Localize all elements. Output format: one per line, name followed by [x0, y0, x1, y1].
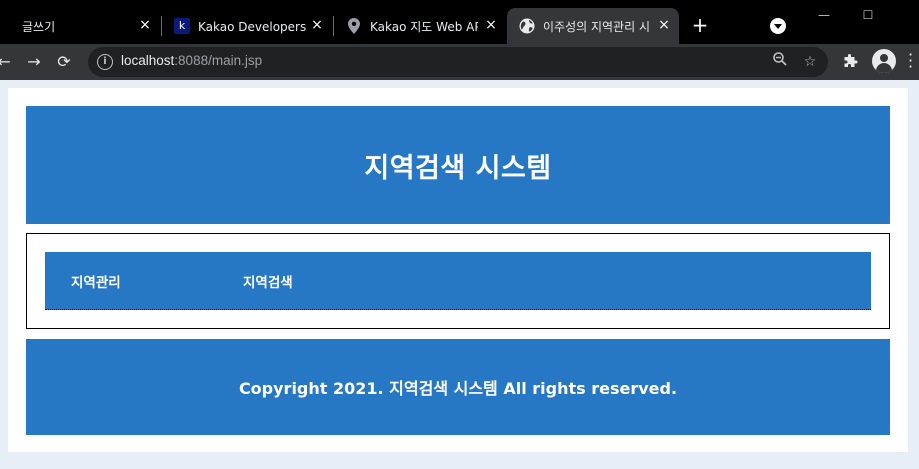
close-icon[interactable]: ×	[655, 16, 673, 34]
close-icon[interactable]: ×	[136, 16, 154, 34]
kakao-k-icon: k	[174, 18, 190, 34]
url-text[interactable]: localhost:8088/main.jsp	[121, 53, 262, 68]
bookmark-star-icon[interactable]: ☆	[798, 50, 822, 74]
browser-tab-bar: 글쓰기 × k Kakao Developers 문 × Kakao 지도 We…	[0, 0, 919, 44]
nav-link-region-search[interactable]: 지역검색	[243, 271, 293, 291]
tab-title: Kakao 지도 Web API	[370, 19, 478, 34]
avatar-head	[880, 54, 888, 62]
info-icon[interactable]: i	[97, 54, 113, 70]
tab-title: Kakao Developers 문	[198, 19, 306, 34]
new-tab-button[interactable]: +	[688, 14, 712, 38]
extensions-icon[interactable]	[838, 50, 862, 74]
address-bar[interactable]: i localhost:8088/main.jsp ☆	[88, 47, 828, 77]
site-footer: Copyright 2021. 지역검색 시스템 All rights rese…	[26, 339, 890, 435]
zoom-icon[interactable]	[768, 50, 792, 74]
minimize-icon[interactable]: —	[814, 6, 834, 24]
browser-menu-icon[interactable]: · · ·	[908, 47, 919, 75]
forward-icon[interactable]: →	[22, 50, 46, 74]
page-viewport: 지역검색 시스템 지역관리 지역검색 Copyright 2021. 지역검색 …	[0, 80, 919, 469]
url-path: :8088/main.jsp	[174, 53, 263, 68]
nav-link-region-management[interactable]: 지역관리	[71, 271, 121, 291]
globe-icon	[519, 18, 535, 34]
avatar-body	[876, 63, 892, 73]
back-icon[interactable]: ←	[0, 50, 16, 74]
tab-region-management[interactable]: 이주성의 지역관리 시 ×	[507, 8, 679, 44]
maximize-icon[interactable]: ☐	[858, 6, 878, 24]
profile-avatar[interactable]	[872, 49, 896, 73]
tab-title: 이주성의 지역관리 시	[543, 19, 650, 34]
tab-kakao-developers[interactable]: k Kakao Developers 문 ×	[162, 8, 332, 44]
page-container: 지역검색 시스템 지역관리 지역검색 Copyright 2021. 지역검색 …	[8, 88, 908, 452]
close-icon[interactable]: ×	[308, 16, 326, 34]
browser-toolbar: ← → ⟳ i localhost:8088/main.jsp ☆	[0, 44, 919, 80]
tab-kakao-map-api[interactable]: Kakao 지도 Web API ×	[334, 8, 506, 44]
tab-search-dropdown-icon[interactable]	[770, 18, 786, 34]
footer-copyright: Copyright 2021. 지역검색 시스템 All rights rese…	[238, 379, 678, 398]
url-host: localhost	[121, 53, 175, 68]
nav-section: 지역관리 지역검색	[26, 233, 890, 329]
close-icon[interactable]: ×	[482, 16, 500, 34]
tab-write[interactable]: 글쓰기 ×	[0, 8, 160, 44]
map-pin-icon	[346, 18, 362, 34]
tab-title: 글쓰기	[22, 19, 56, 34]
nav-bar: 지역관리 지역검색	[45, 252, 871, 310]
reload-icon[interactable]: ⟳	[52, 50, 76, 74]
site-header: 지역검색 시스템	[26, 106, 890, 224]
page-title: 지역검색 시스템	[364, 152, 552, 184]
